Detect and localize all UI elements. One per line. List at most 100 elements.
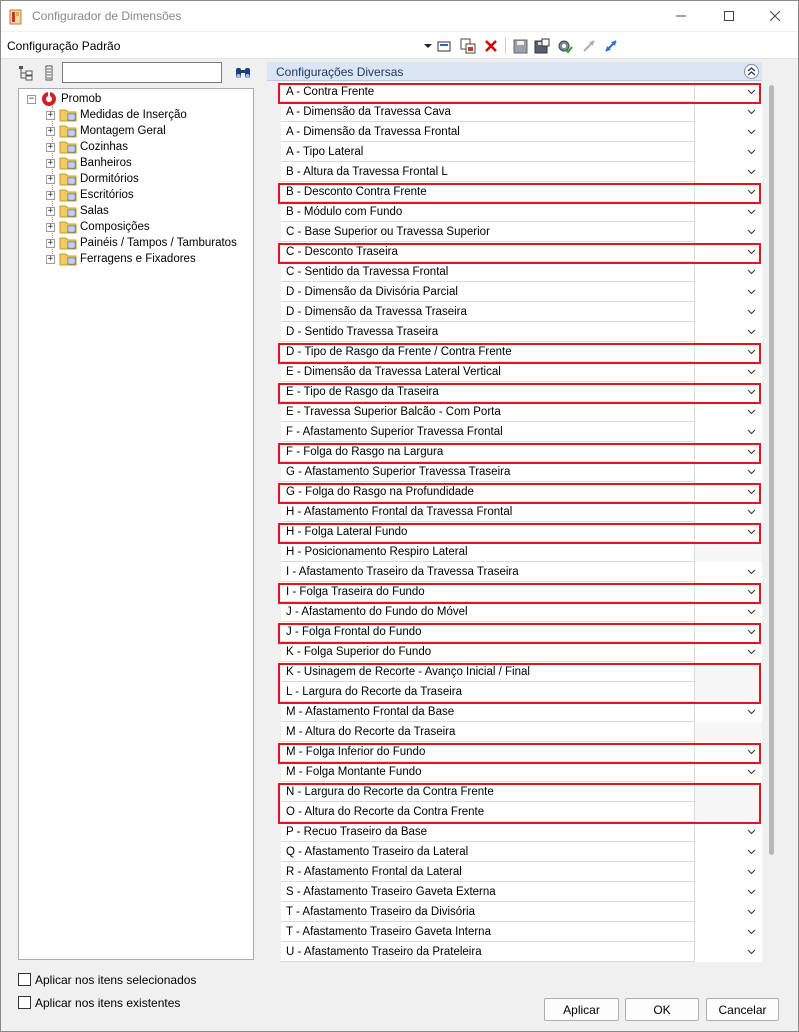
property-value-field[interactable] bbox=[694, 542, 762, 562]
property-row[interactable]: H - Afastamento Frontal da Travessa Fron… bbox=[281, 502, 762, 522]
property-row[interactable]: M - Folga Montante Fundo bbox=[281, 762, 762, 782]
property-row[interactable]: A - Dimensão da Travessa Frontal bbox=[281, 122, 762, 142]
property-row[interactable]: A - Dimensão da Travessa Cava bbox=[281, 102, 762, 122]
property-row[interactable]: E - Dimensão da Travessa Lateral Vertica… bbox=[281, 362, 762, 382]
property-value-dropdown[interactable] bbox=[694, 862, 762, 882]
property-value-field[interactable] bbox=[694, 802, 762, 822]
property-row[interactable]: H - Folga Lateral Fundo bbox=[281, 522, 762, 542]
property-value-dropdown[interactable] bbox=[694, 622, 762, 642]
apply-selected-checkbox[interactable] bbox=[18, 973, 31, 986]
expand-all-button[interactable] bbox=[579, 36, 599, 56]
tree-node[interactable]: + Salas bbox=[46, 203, 109, 219]
property-value-dropdown[interactable] bbox=[694, 242, 762, 262]
tree-node[interactable]: + Banheiros bbox=[46, 155, 132, 171]
save-as-button[interactable] bbox=[532, 36, 552, 56]
property-value-dropdown[interactable] bbox=[694, 162, 762, 182]
property-row[interactable]: M - Altura do Recorte da Traseira bbox=[281, 722, 762, 742]
property-value-dropdown[interactable] bbox=[694, 102, 762, 122]
tree-node[interactable]: + Montagem Geral bbox=[46, 123, 166, 139]
property-value-dropdown[interactable] bbox=[694, 602, 762, 622]
property-value-dropdown[interactable] bbox=[694, 362, 762, 382]
property-row[interactable]: F - Folga do Rasgo na Largura bbox=[281, 442, 762, 462]
property-value-dropdown[interactable] bbox=[694, 922, 762, 942]
property-value-dropdown[interactable] bbox=[694, 302, 762, 322]
apply-config-button[interactable] bbox=[434, 36, 454, 56]
property-value-dropdown[interactable] bbox=[694, 222, 762, 242]
property-value-dropdown[interactable] bbox=[694, 322, 762, 342]
expand-toggle-icon[interactable]: + bbox=[46, 238, 55, 248]
property-value-dropdown[interactable] bbox=[694, 902, 762, 922]
property-value-dropdown[interactable] bbox=[694, 282, 762, 302]
section-collapse-button[interactable] bbox=[744, 64, 759, 79]
property-row[interactable]: M - Folga Inferior do Fundo bbox=[281, 742, 762, 762]
expand-toggle-icon[interactable]: + bbox=[46, 222, 55, 232]
property-row[interactable]: I - Folga Traseira do Fundo bbox=[281, 582, 762, 602]
property-row[interactable]: D - Tipo de Rasgo da Frente / Contra Fre… bbox=[281, 342, 762, 362]
property-row[interactable]: J - Folga Frontal do Fundo bbox=[281, 622, 762, 642]
property-row[interactable]: K - Folga Superior do Fundo bbox=[281, 642, 762, 662]
property-row[interactable]: A - Contra Frente bbox=[281, 82, 762, 102]
expand-toggle-icon[interactable]: + bbox=[46, 174, 55, 184]
property-row[interactable]: C - Sentido da Travessa Frontal bbox=[281, 262, 762, 282]
property-value-dropdown[interactable] bbox=[694, 502, 762, 522]
property-row[interactable]: G - Folga do Rasgo na Profundidade bbox=[281, 482, 762, 502]
tree-node[interactable]: + Composições bbox=[46, 219, 150, 235]
property-row[interactable]: D - Sentido Travessa Traseira bbox=[281, 322, 762, 342]
expand-toggle-icon[interactable]: + bbox=[46, 206, 55, 216]
tree-node[interactable]: + Medidas de Inserção bbox=[46, 107, 187, 123]
property-row[interactable]: N - Largura do Recorte da Contra Frente bbox=[281, 782, 762, 802]
property-value-field[interactable] bbox=[694, 682, 762, 702]
property-value-dropdown[interactable] bbox=[694, 562, 762, 582]
cancel-button[interactable]: Cancelar bbox=[706, 998, 779, 1021]
property-row[interactable]: E - Tipo de Rasgo da Traseira bbox=[281, 382, 762, 402]
apply-button[interactable]: Aplicar bbox=[544, 998, 619, 1021]
apply-existing-checkbox[interactable] bbox=[18, 996, 31, 1009]
tree-node[interactable]: + Ferragens e Fixadores bbox=[46, 251, 196, 267]
property-value-dropdown[interactable] bbox=[694, 642, 762, 662]
list-view-button[interactable] bbox=[39, 63, 59, 83]
property-value-dropdown[interactable] bbox=[694, 122, 762, 142]
search-input[interactable] bbox=[62, 62, 222, 83]
property-row[interactable]: C - Desconto Traseira bbox=[281, 242, 762, 262]
property-row[interactable]: F - Afastamento Superior Travessa Fronta… bbox=[281, 422, 762, 442]
property-value-dropdown[interactable] bbox=[694, 842, 762, 862]
property-value-dropdown[interactable] bbox=[694, 742, 762, 762]
property-value-dropdown[interactable] bbox=[694, 702, 762, 722]
ok-button[interactable]: OK bbox=[625, 998, 699, 1021]
expand-toggle-icon[interactable]: + bbox=[46, 158, 55, 168]
property-value-dropdown[interactable] bbox=[694, 82, 762, 102]
property-row[interactable]: I - Afastamento Traseiro da Travessa Tra… bbox=[281, 562, 762, 582]
property-row[interactable]: D - Dimensão da Divisória Parcial bbox=[281, 282, 762, 302]
property-row[interactable]: B - Módulo com Fundo bbox=[281, 202, 762, 222]
property-row[interactable]: H - Posicionamento Respiro Lateral bbox=[281, 542, 762, 562]
search-button[interactable] bbox=[233, 63, 253, 83]
close-button[interactable] bbox=[752, 1, 798, 31]
property-row[interactable]: A - Tipo Lateral bbox=[281, 142, 762, 162]
tree-node[interactable]: + Painéis / Tampos / Tamburatos bbox=[46, 235, 237, 251]
property-value-field[interactable] bbox=[694, 722, 762, 742]
property-row[interactable]: B - Desconto Contra Frente bbox=[281, 182, 762, 202]
property-value-field[interactable] bbox=[694, 782, 762, 802]
property-row[interactable]: P - Recuo Traseiro da Base bbox=[281, 822, 762, 842]
expand-toggle-icon[interactable]: + bbox=[46, 142, 55, 152]
property-row[interactable]: R - Afastamento Frontal da Lateral bbox=[281, 862, 762, 882]
property-row[interactable]: K - Usinagem de Recorte - Avanço Inicial… bbox=[281, 662, 762, 682]
property-row[interactable]: D - Dimensão da Travessa Traseira bbox=[281, 302, 762, 322]
property-row[interactable]: L - Largura do Recorte da Traseira bbox=[281, 682, 762, 702]
tree-node-promob[interactable]: − Promob bbox=[27, 91, 101, 107]
property-value-dropdown[interactable] bbox=[694, 822, 762, 842]
property-value-dropdown[interactable] bbox=[694, 942, 762, 962]
property-value-dropdown[interactable] bbox=[694, 262, 762, 282]
property-value-dropdown[interactable] bbox=[694, 342, 762, 362]
delete-config-button[interactable] bbox=[481, 36, 501, 56]
property-row[interactable]: G - Afastamento Superior Travessa Trasei… bbox=[281, 462, 762, 482]
save-button[interactable] bbox=[510, 36, 530, 56]
property-value-dropdown[interactable] bbox=[694, 182, 762, 202]
property-value-dropdown[interactable] bbox=[694, 762, 762, 782]
property-value-field[interactable] bbox=[694, 662, 762, 682]
tree-node[interactable]: + Escritórios bbox=[46, 187, 134, 203]
property-value-dropdown[interactable] bbox=[694, 442, 762, 462]
maximize-button[interactable] bbox=[706, 1, 752, 31]
settings-button[interactable] bbox=[555, 36, 575, 56]
tree-node[interactable]: + Dormitórios bbox=[46, 171, 139, 187]
